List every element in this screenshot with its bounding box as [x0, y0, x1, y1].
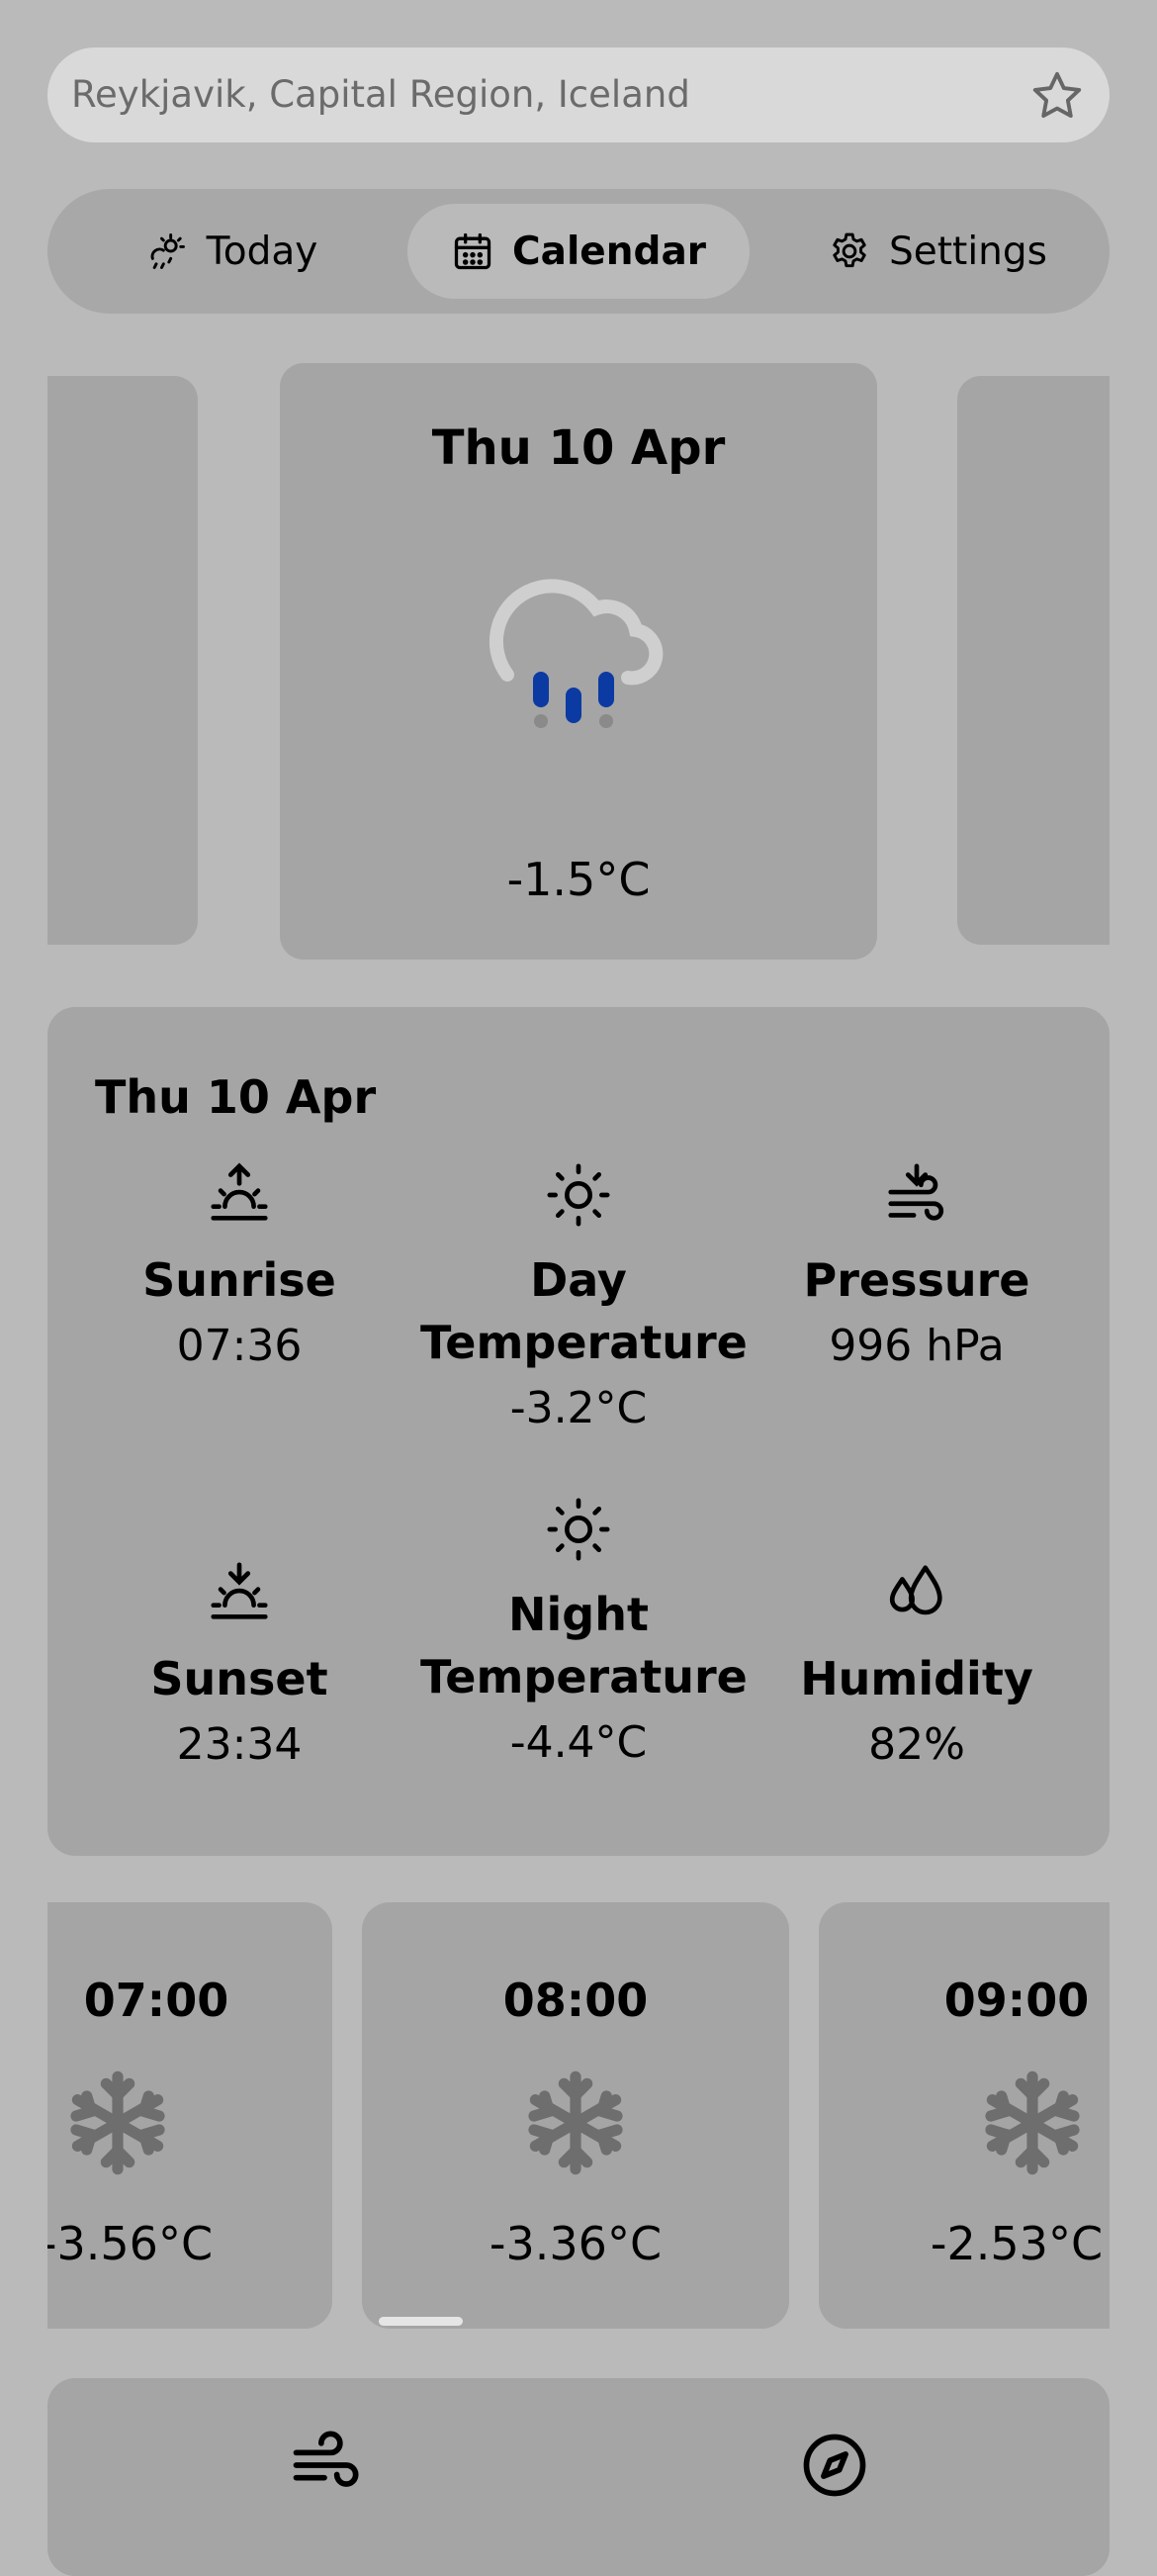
detail-pressure-label: Pressure: [803, 1253, 1030, 1307]
detail-humidity-label: Humidity: [800, 1652, 1033, 1705]
hourly-time: 07:00: [83, 1974, 229, 2027]
day-card-next[interactable]: [957, 376, 1110, 945]
scroll-indicator[interactable]: [379, 2317, 463, 2326]
detail-night-temperature-value: -4.4°C: [509, 1717, 648, 1768]
star-outline-icon[interactable]: [1028, 67, 1086, 125]
location-search-bar[interactable]: Reykjavik, Capital Region, Iceland: [47, 47, 1110, 142]
gear-icon: [833, 232, 866, 268]
detail-sunrise-label: Sunrise: [142, 1253, 336, 1307]
detail-night-temperature-label: Night Temperature: [420, 1588, 748, 1703]
snowflake-icon: [985, 2070, 1080, 2175]
cloud-sleet-icon: [489, 579, 664, 728]
snowflake-icon: [70, 2070, 165, 2175]
sunset-icon: [211, 1562, 268, 1619]
location-search-text[interactable]: Reykjavik, Capital Region, Iceland: [71, 73, 690, 116]
detail-day-temperature: Day Temperature -3.2°C: [420, 1160, 748, 1443]
hourly-time: 09:00: [943, 1974, 1090, 2027]
hourly-card[interactable]: 08:00 -3.36°C: [362, 1902, 789, 2329]
calendar-icon: [454, 232, 491, 270]
detail-day-temperature-value: -3.2°C: [509, 1383, 648, 1433]
tab-bar: Today Calendar Settings: [47, 189, 1110, 314]
detail-sunset-label: Sunset: [150, 1652, 328, 1705]
day-details-panel: Thu 10 Apr Sunrise 07:36 Day Temperature…: [47, 1007, 1110, 1856]
compass-icon: [803, 2434, 866, 2497]
hourly-temperature: -3.56°C: [47, 2217, 214, 2270]
humidity-drops-icon: [889, 1565, 942, 1615]
sun-icon: [547, 1498, 610, 1561]
tab-today[interactable]: Today: [113, 204, 350, 299]
hourly-temperature: -3.36°C: [489, 2217, 663, 2270]
day-card-temperature: -1.5°C: [506, 853, 651, 906]
tab-calendar[interactable]: Calendar: [407, 204, 750, 299]
detail-humidity-value: 82%: [868, 1719, 965, 1770]
hourly-card[interactable]: 09:00 -2.53°C: [819, 1902, 1110, 2329]
detail-sunrise-value: 07:36: [176, 1321, 303, 1371]
hourly-time: 08:00: [502, 1974, 649, 2027]
detail-humidity: Humidity 82%: [758, 1559, 1075, 1780]
day-card-previous[interactable]: [47, 376, 198, 945]
detail-pressure-value: 996 hPa: [829, 1321, 1005, 1371]
sun-cloud-rain-icon: [150, 233, 185, 269]
sunrise-icon: [211, 1162, 268, 1221]
detail-pressure: Pressure 996 hPa: [758, 1160, 1075, 1381]
tab-settings-label: Settings: [889, 229, 1047, 274]
tab-settings[interactable]: Settings: [799, 204, 1076, 299]
detail-sunset-value: 23:34: [176, 1719, 303, 1770]
day-card-date: Thu 10 Apr: [431, 420, 726, 476]
detail-sunrise: Sunrise 07:36: [81, 1160, 398, 1381]
pressure-wind-icon: [888, 1163, 944, 1221]
wind-icon: [293, 2431, 359, 2487]
tab-calendar-label: Calendar: [512, 229, 706, 274]
hourly-temperature: -2.53°C: [930, 2217, 1104, 2270]
sun-icon: [547, 1163, 610, 1227]
wind-details-card: [47, 2378, 1110, 2576]
detail-night-temperature: Night Temperature -4.4°C: [420, 1495, 748, 1778]
snowflake-icon: [528, 2070, 623, 2175]
details-date: Thu 10 Apr: [95, 1070, 377, 1124]
detail-sunset: Sunset 23:34: [81, 1559, 398, 1780]
tab-today-label: Today: [206, 229, 318, 274]
hourly-card[interactable]: 07:00 -3.56°C: [47, 1902, 332, 2329]
day-card-selected[interactable]: Thu 10 Apr -1.5°C: [280, 363, 877, 960]
detail-day-temperature-label: Day Temperature: [420, 1253, 748, 1369]
